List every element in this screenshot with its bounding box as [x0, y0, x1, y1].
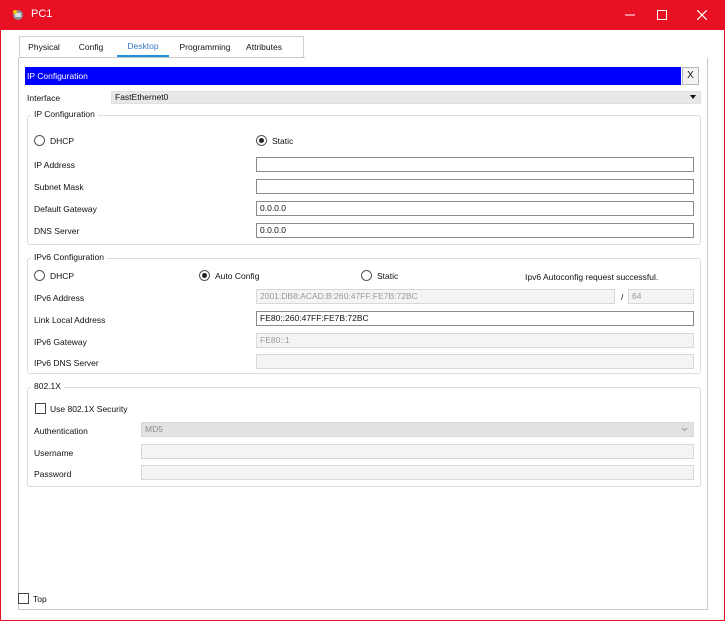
ipv6-gateway-label: IPv6 Gateway [34, 337, 87, 347]
tab-desktop[interactable]: Desktop [117, 38, 169, 58]
ipv4-group-title: IP Configuration [31, 109, 98, 119]
pc1-window: PC1 Physical Config Desktop Programming … [0, 0, 725, 621]
interface-select[interactable]: FastEthernet0 [111, 91, 701, 104]
ipv6-static-radio[interactable]: Static [361, 270, 398, 281]
ipv6-dhcp-label: DHCP [50, 270, 75, 281]
username-label: Username [34, 448, 74, 458]
close-window-button[interactable] [683, 0, 721, 30]
maximize-button[interactable] [643, 0, 681, 30]
default-gateway-label: Default Gateway [34, 204, 97, 214]
radio-circle [361, 270, 372, 281]
close-ip-config-button[interactable]: X [682, 67, 699, 85]
tab-strip-border-left [19, 36, 20, 58]
tab-physical[interactable]: Physical [25, 38, 63, 58]
tab-attributes[interactable]: Attributes [241, 38, 287, 58]
username-input[interactable] [141, 444, 694, 459]
ipv6-auto-config-label: Auto Config [215, 270, 260, 281]
interface-value: FastEthernet0 [115, 92, 169, 102]
use-8021x-checkbox[interactable] [35, 403, 46, 414]
ipv6-dns-server-label: IPv6 DNS Server [34, 358, 99, 368]
ipv6-gateway-input[interactable]: FE80::1 [256, 333, 694, 348]
dns-server-input[interactable]: 0.0.0.0 [256, 223, 694, 238]
default-gateway-input[interactable]: 0.0.0.0 [256, 201, 694, 216]
radio-circle-selected [256, 135, 267, 146]
prefix-separator: / [621, 292, 624, 302]
tab-strip-border-right [303, 36, 304, 58]
ipv6-dns-server-input[interactable] [256, 354, 694, 369]
authentication-select[interactable]: MD5 [141, 422, 694, 437]
tab-strip-border [19, 36, 304, 37]
chevron-down-icon [690, 95, 696, 99]
ipv6-auto-config-radio[interactable]: Auto Config [199, 270, 259, 281]
subnet-mask-label: Subnet Mask [34, 182, 84, 192]
ipv6-prefix-input[interactable]: 64 [628, 289, 694, 304]
password-label: Password [34, 469, 72, 479]
dns-server-label: DNS Server [34, 226, 80, 236]
top-checkbox[interactable] [18, 593, 29, 604]
window-title: PC1 [31, 8, 53, 20]
ipv4-dhcp-radio[interactable]: DHCP [34, 135, 74, 146]
title-bar[interactable]: PC1 [1, 0, 725, 30]
authentication-value: MD5 [145, 424, 163, 434]
password-input[interactable] [141, 465, 694, 480]
ipv6-address-label: IPv6 Address [34, 293, 85, 303]
tab-config[interactable]: Config [75, 38, 107, 58]
authentication-label: Authentication [34, 426, 88, 436]
pc-app-icon [13, 10, 23, 20]
radio-circle-selected [199, 270, 210, 281]
subnet-mask-input[interactable] [256, 179, 694, 194]
tab-programming[interactable]: Programming [177, 38, 233, 58]
ipv6-status-text: Ipv6 Autoconfig request successful. [525, 272, 659, 282]
ipv4-static-radio[interactable]: Static [256, 135, 293, 146]
ipv6-dhcp-radio[interactable]: DHCP [34, 270, 74, 281]
link-local-address-input[interactable]: FE80::260:47FF:FE7B:72BC [256, 311, 694, 326]
ip-address-input[interactable] [256, 157, 694, 172]
ipv4-static-label: Static [272, 135, 294, 146]
ipv4-dhcp-label: DHCP [50, 135, 75, 146]
ipv6-static-label: Static [377, 270, 399, 281]
ip-config-header: IP Configuration [25, 67, 681, 85]
close-icon [697, 10, 707, 20]
radio-circle [34, 270, 45, 281]
ipv6-address-input[interactable]: 2001:DB8:ACAD:B:260:47FF:FE7B:72BC [256, 289, 615, 304]
chevron-down-icon [681, 427, 688, 432]
dot1x-group-title: 802.1X [31, 381, 64, 391]
maximize-icon [657, 10, 667, 20]
interface-label: Interface [27, 93, 61, 103]
ip-address-label: IP Address [34, 160, 75, 170]
radio-circle [34, 135, 45, 146]
use-8021x-label: Use 802.1X Security [50, 404, 128, 414]
link-local-address-label: Link Local Address [34, 315, 106, 325]
minimize-icon [625, 14, 635, 16]
ipv6-group-title: IPv6 Configuration [31, 252, 107, 262]
top-label: Top [33, 594, 47, 604]
